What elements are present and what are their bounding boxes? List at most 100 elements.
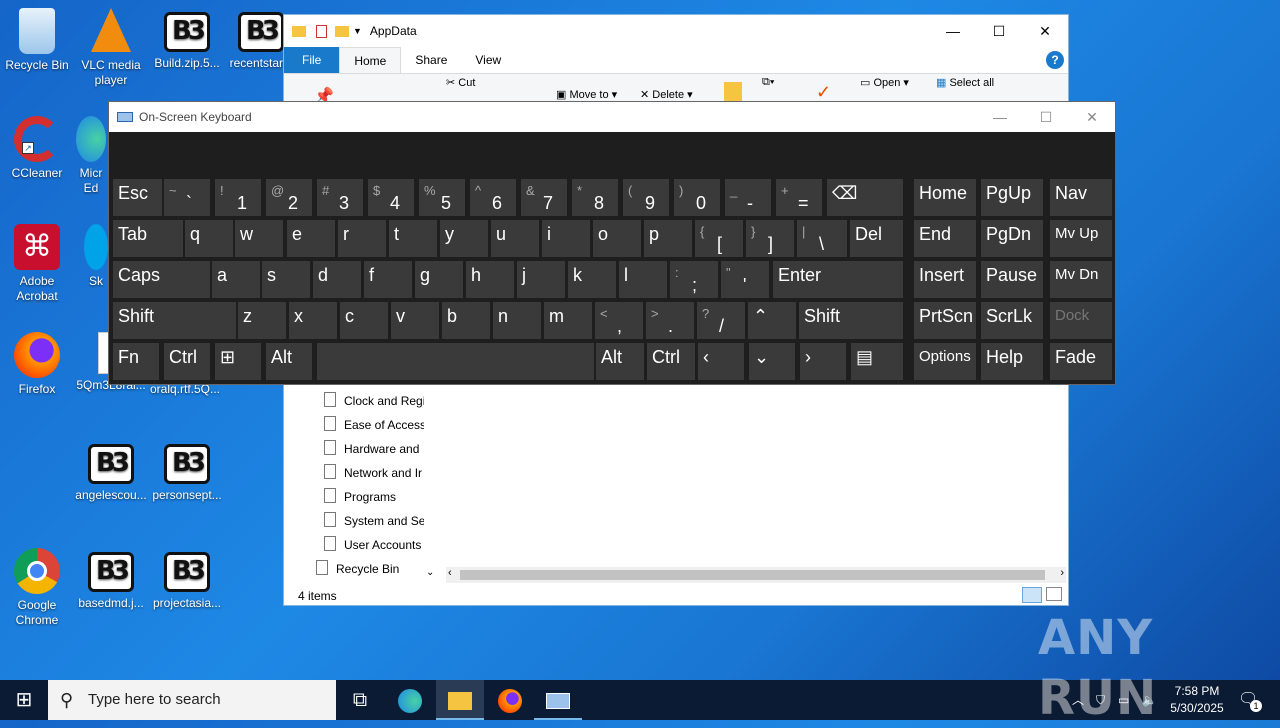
key-pgdn[interactable]: PgDn <box>981 220 1043 257</box>
key-w[interactable]: w <box>235 220 283 257</box>
on-screen-keyboard-window[interactable]: On-Screen Keyboard — ☐ ✕ Esc ~ `! 1 @2 #3 $4% 5… <box>108 101 1116 385</box>
key-sym1-12[interactable]: }] <box>746 220 794 257</box>
nav-item-user-accounts[interactable]: User Accounts <box>324 536 424 552</box>
tab-file[interactable]: File <box>284 47 340 73</box>
maximize-button[interactable]: ☐ <box>976 15 1022 47</box>
key-h[interactable]: h <box>466 261 514 298</box>
key-nav[interactable]: Nav <box>1050 179 1112 216</box>
key-g[interactable]: g <box>415 261 463 298</box>
key-t[interactable]: t <box>389 220 437 257</box>
key-scrlk[interactable]: ScrLk <box>981 302 1043 339</box>
key-z[interactable]: z <box>238 302 286 339</box>
tab-home[interactable]: Home <box>339 46 402 74</box>
osk-taskbar-icon[interactable] <box>534 680 582 720</box>
osk-close-button[interactable]: ✕ <box>1069 109 1115 126</box>
key-x[interactable]: x <box>289 302 337 339</box>
key-sym4-2[interactable]: ⊞ <box>215 343 261 380</box>
osk-titlebar[interactable]: On-Screen Keyboard — ☐ ✕ <box>109 102 1115 132</box>
key-caps[interactable]: Caps <box>113 261 210 298</box>
nav-item-recycle-bin[interactable]: Recycle Bin <box>316 560 416 576</box>
key-esc[interactable]: Esc <box>113 179 162 216</box>
key-ctrl[interactable]: Ctrl <box>647 343 695 380</box>
key-7[interactable]: & 7 <box>521 179 567 216</box>
details-view-icon[interactable] <box>1022 587 1042 603</box>
key-fn[interactable]: Fn <box>113 343 159 380</box>
key-sym0-14[interactable]: ⌫ <box>827 179 903 216</box>
key-l[interactable]: l <box>619 261 667 298</box>
move-to-button[interactable]: ▣ Move to ▾ <box>556 88 617 101</box>
key-e[interactable]: e <box>287 220 335 257</box>
key-sym3-8[interactable]: <, <box>595 302 643 339</box>
nav-item-hardware[interactable]: Hardware and <box>324 440 424 456</box>
key-d[interactable]: d <box>313 261 361 298</box>
firefox-taskbar-icon[interactable] <box>486 680 534 720</box>
key-1[interactable]: ! 1 <box>215 179 261 216</box>
nav-item-system-security[interactable]: System and Sec <box>324 512 424 528</box>
nav-item-programs[interactable]: Programs <box>324 488 424 504</box>
key-i[interactable]: i <box>542 220 590 257</box>
osk-maximize-button[interactable]: ☐ <box>1023 109 1069 126</box>
key-alt[interactable]: Alt <box>266 343 312 380</box>
key-home[interactable]: Home <box>914 179 976 216</box>
key-2[interactable]: @2 <box>266 179 312 216</box>
key-c[interactable]: c <box>340 302 388 339</box>
tab-share[interactable]: Share <box>401 47 461 73</box>
nav-item-ease-of-access[interactable]: Ease of Access <box>324 416 424 432</box>
key-q[interactable]: q <box>185 220 233 257</box>
key-y[interactable]: y <box>440 220 488 257</box>
key-dock[interactable]: Dock <box>1050 302 1112 339</box>
key-sym0-1[interactable]: ~ ` <box>164 179 210 216</box>
desktop-icon-firefox[interactable]: Firefox <box>0 332 74 397</box>
key-options[interactable]: Options <box>914 343 976 380</box>
key-sym2-10[interactable]: :; <box>670 261 718 298</box>
scroll-right-icon[interactable]: › <box>1060 567 1064 579</box>
key-pgup[interactable]: PgUp <box>981 179 1043 216</box>
properties-button[interactable]: ✓ <box>816 82 831 103</box>
key-ctrl[interactable]: Ctrl <box>164 343 210 380</box>
key-sym3-11[interactable]: ⌃ <box>748 302 796 339</box>
key-fade[interactable]: Fade <box>1050 343 1112 380</box>
nav-item-network[interactable]: Network and Ir <box>324 464 424 480</box>
open-button[interactable]: ▭ Open ▾ <box>860 76 909 89</box>
key-9[interactable]: (9 <box>623 179 669 216</box>
key-r[interactable]: r <box>338 220 386 257</box>
desktop-icon-microsoft-edge[interactable]: Micr Ed <box>74 116 108 196</box>
key-end[interactable]: End <box>914 220 976 257</box>
desktop-icon-vlc[interactable]: VLC media player <box>74 8 148 88</box>
task-view-icon[interactable]: ⧉ <box>336 680 384 720</box>
edge-taskbar-icon[interactable] <box>386 680 434 720</box>
desktop-icon-personsept[interactable]: B3 personsept... <box>150 440 224 503</box>
chevron-down-icon[interactable]: ⌄ <box>426 567 434 578</box>
osk-minimize-button[interactable]: — <box>977 109 1023 126</box>
desktop-icon-projectasia[interactable]: B3 projectasia... <box>150 548 224 611</box>
key-j[interactable]: j <box>517 261 565 298</box>
desktop-icon-skype[interactable]: Sk <box>84 224 108 289</box>
key-sym2-11[interactable]: " ' <box>721 261 769 298</box>
key-sym4-7[interactable]: ‹ <box>698 343 744 380</box>
close-button[interactable]: ✕ <box>1022 15 1068 47</box>
key-mv-dn[interactable]: Mv Dn <box>1050 261 1112 298</box>
key-f[interactable]: f <box>364 261 412 298</box>
desktop-icon-adobe-acrobat[interactable]: ⌘ Adobe Acrobat <box>0 224 74 304</box>
key-sym4-10[interactable]: ▤ <box>851 343 903 380</box>
key-k[interactable]: k <box>568 261 616 298</box>
horizontal-scrollbar[interactable]: ‹ › <box>446 567 1066 583</box>
large-icons-view-icon[interactable] <box>1046 587 1062 601</box>
desktop-icon-build-zip[interactable]: B3 Build.zip.5... <box>150 8 224 71</box>
key-6[interactable]: ^ 6 <box>470 179 516 216</box>
key-sym0-13[interactable]: + = <box>776 179 822 216</box>
key-help[interactable]: Help <box>981 343 1043 380</box>
key-o[interactable]: o <box>593 220 641 257</box>
key-n[interactable]: n <box>493 302 541 339</box>
key-b[interactable]: b <box>442 302 490 339</box>
help-icon[interactable]: ? <box>1046 51 1064 69</box>
key-del[interactable]: Del <box>850 220 903 257</box>
key-shift[interactable]: Shift <box>799 302 903 339</box>
key-4[interactable]: $4 <box>368 179 414 216</box>
key-sym1-11[interactable]: {[ <box>695 220 743 257</box>
desktop-icon-basedmd[interactable]: B3 basedmd.j... <box>74 548 148 611</box>
key-prtscn[interactable]: PrtScn <box>914 302 976 339</box>
key-0[interactable]: ) 0 <box>674 179 720 216</box>
key-u[interactable]: u <box>491 220 539 257</box>
key-enter[interactable]: Enter <box>773 261 903 298</box>
